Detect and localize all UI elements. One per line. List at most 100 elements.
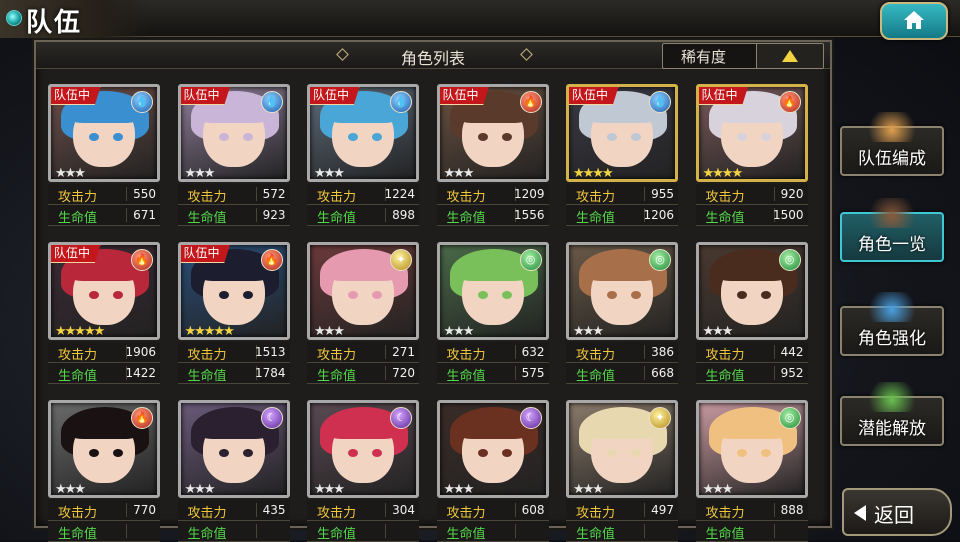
- in-team-badge: 队伍中: [51, 245, 102, 263]
- attack-row: 攻击力 435: [177, 500, 290, 521]
- home-button[interactable]: [880, 2, 948, 40]
- hp-label: 生命值: [58, 369, 98, 384]
- attack-label: 攻击力: [58, 190, 98, 205]
- side-button[interactable]: 角色强化: [840, 292, 944, 356]
- rarity-stars: ★★★: [443, 324, 475, 339]
- eye: [113, 449, 123, 457]
- character-stats: 攻击力 435 生命值: [177, 500, 290, 542]
- list-header: 角色列表 稀有度: [36, 42, 830, 69]
- character-stats: 攻击力 1209 生命值 1556: [436, 184, 549, 226]
- attack-value: 386: [651, 345, 674, 359]
- character-portrait: 队伍中 💧 ★★★: [48, 84, 160, 182]
- rarity-stars: ★★★: [55, 482, 86, 497]
- hp-row: 生命值: [48, 521, 160, 542]
- hp-value: 668: [651, 366, 674, 380]
- enhance-crystal-icon: [864, 292, 920, 322]
- side-button[interactable]: 潜能解放: [840, 382, 944, 446]
- back-button[interactable]: 返回: [842, 488, 952, 536]
- side-button[interactable]: 队伍编成: [840, 112, 944, 176]
- water-element-icon: 💧: [390, 91, 412, 113]
- eye: [218, 449, 229, 457]
- rarity-stars: ★★★: [55, 166, 86, 181]
- stat-divider: [126, 503, 127, 517]
- attack-label: 攻击力: [187, 506, 227, 521]
- fire-element-icon: 🔥: [131, 407, 153, 429]
- attack-value: 955: [651, 187, 674, 201]
- attack-value: 572: [262, 187, 286, 201]
- hp-label: 生命值: [446, 369, 486, 384]
- character-portrait: ☾ ★★★: [177, 400, 290, 498]
- attack-row: 攻击力 920: [695, 184, 808, 205]
- in-team-badge: 队伍中: [698, 87, 749, 105]
- character-stats: 攻击力 442 生命值 952: [695, 342, 808, 384]
- character-portrait: ✦ ★★★: [566, 400, 678, 498]
- attack-label: 攻击力: [187, 348, 227, 363]
- hp-row: 生命值: [566, 521, 678, 542]
- attack-value: 271: [392, 345, 415, 359]
- eye: [477, 291, 488, 299]
- side-button-label: 角色强化: [858, 329, 926, 349]
- hp-value: 952: [780, 366, 804, 380]
- water-element-icon: 💧: [260, 91, 283, 113]
- character-fringe: [457, 255, 528, 281]
- eye: [607, 133, 617, 141]
- dark-element-icon: ☾: [260, 407, 283, 429]
- character-fringe: [716, 255, 787, 281]
- eye: [218, 291, 229, 299]
- character-fringe: [328, 255, 398, 281]
- sort-control[interactable]: 稀有度: [662, 43, 824, 69]
- page-title: 队伍: [26, 8, 83, 38]
- attack-label: 攻击力: [576, 348, 616, 363]
- triangle-up-icon: [782, 50, 798, 62]
- character-portrait: 🔥 ★★★: [48, 400, 160, 498]
- eye: [242, 291, 253, 299]
- rarity-stars: ★★★: [573, 324, 604, 339]
- attack-value: 442: [780, 345, 804, 359]
- character-fringe: [69, 413, 139, 439]
- eye: [736, 133, 747, 141]
- attack-value: 1513: [254, 345, 286, 359]
- eye: [501, 133, 512, 141]
- eye: [348, 133, 358, 141]
- hp-value: 1556: [513, 208, 545, 222]
- stat-divider: [255, 524, 257, 538]
- stat-divider: [773, 187, 775, 201]
- in-team-badge: 队伍中: [51, 87, 102, 105]
- character-portrait: ✦ ★★★: [307, 242, 419, 340]
- sort-order-button[interactable]: [756, 44, 823, 68]
- attack-label: 攻击力: [576, 506, 616, 521]
- attack-row: 攻击力 1209: [436, 184, 549, 205]
- stat-divider: [773, 524, 775, 538]
- side-button[interactable]: 角色一览: [840, 198, 944, 262]
- eye: [760, 449, 771, 457]
- character-stats: 攻击力 608 生命值: [436, 500, 549, 542]
- character-stats: 攻击力 572 生命值 923: [177, 184, 290, 226]
- in-team-badge: 队伍中: [180, 245, 231, 263]
- attack-row: 攻击力 271: [307, 342, 419, 363]
- hp-row: 生命值 1784: [177, 363, 290, 384]
- eye: [348, 291, 358, 299]
- attack-value: 1906: [125, 345, 156, 359]
- stat-divider: [385, 208, 386, 222]
- character-portrait: 队伍中 💧 ★★★★: [566, 84, 678, 182]
- back-arrow-icon: [854, 505, 866, 521]
- character-list-panel: 角色列表 稀有度 队伍中 💧 ★★★ 攻击力 550 生命值 671 队伍中 💧 ★★★ 攻击力 57…: [34, 40, 832, 542]
- character-portrait: ☾ ★★★: [307, 400, 419, 498]
- attack-value: 304: [392, 503, 415, 517]
- character-portrait: 队伍中 💧 ★★★: [177, 84, 290, 182]
- stat-divider: [644, 503, 645, 517]
- attack-row: 攻击力 770: [48, 500, 160, 521]
- hp-label: 生命值: [58, 211, 98, 226]
- hp-row: 生命值: [177, 521, 290, 542]
- rarity-stars: ★★★: [443, 166, 475, 181]
- hp-row: 生命值: [695, 521, 808, 542]
- rarity-stars: ★★★: [443, 482, 475, 497]
- dark-element-icon: ☾: [390, 407, 412, 429]
- fire-element-icon: 🔥: [778, 91, 801, 113]
- stat-divider: [255, 208, 257, 222]
- hp-row: 生命值 720: [307, 363, 419, 384]
- hp-row: 生命值 952: [695, 363, 808, 384]
- eye: [242, 133, 253, 141]
- light-element-icon: ✦: [649, 407, 671, 429]
- hp-value: 720: [392, 366, 415, 380]
